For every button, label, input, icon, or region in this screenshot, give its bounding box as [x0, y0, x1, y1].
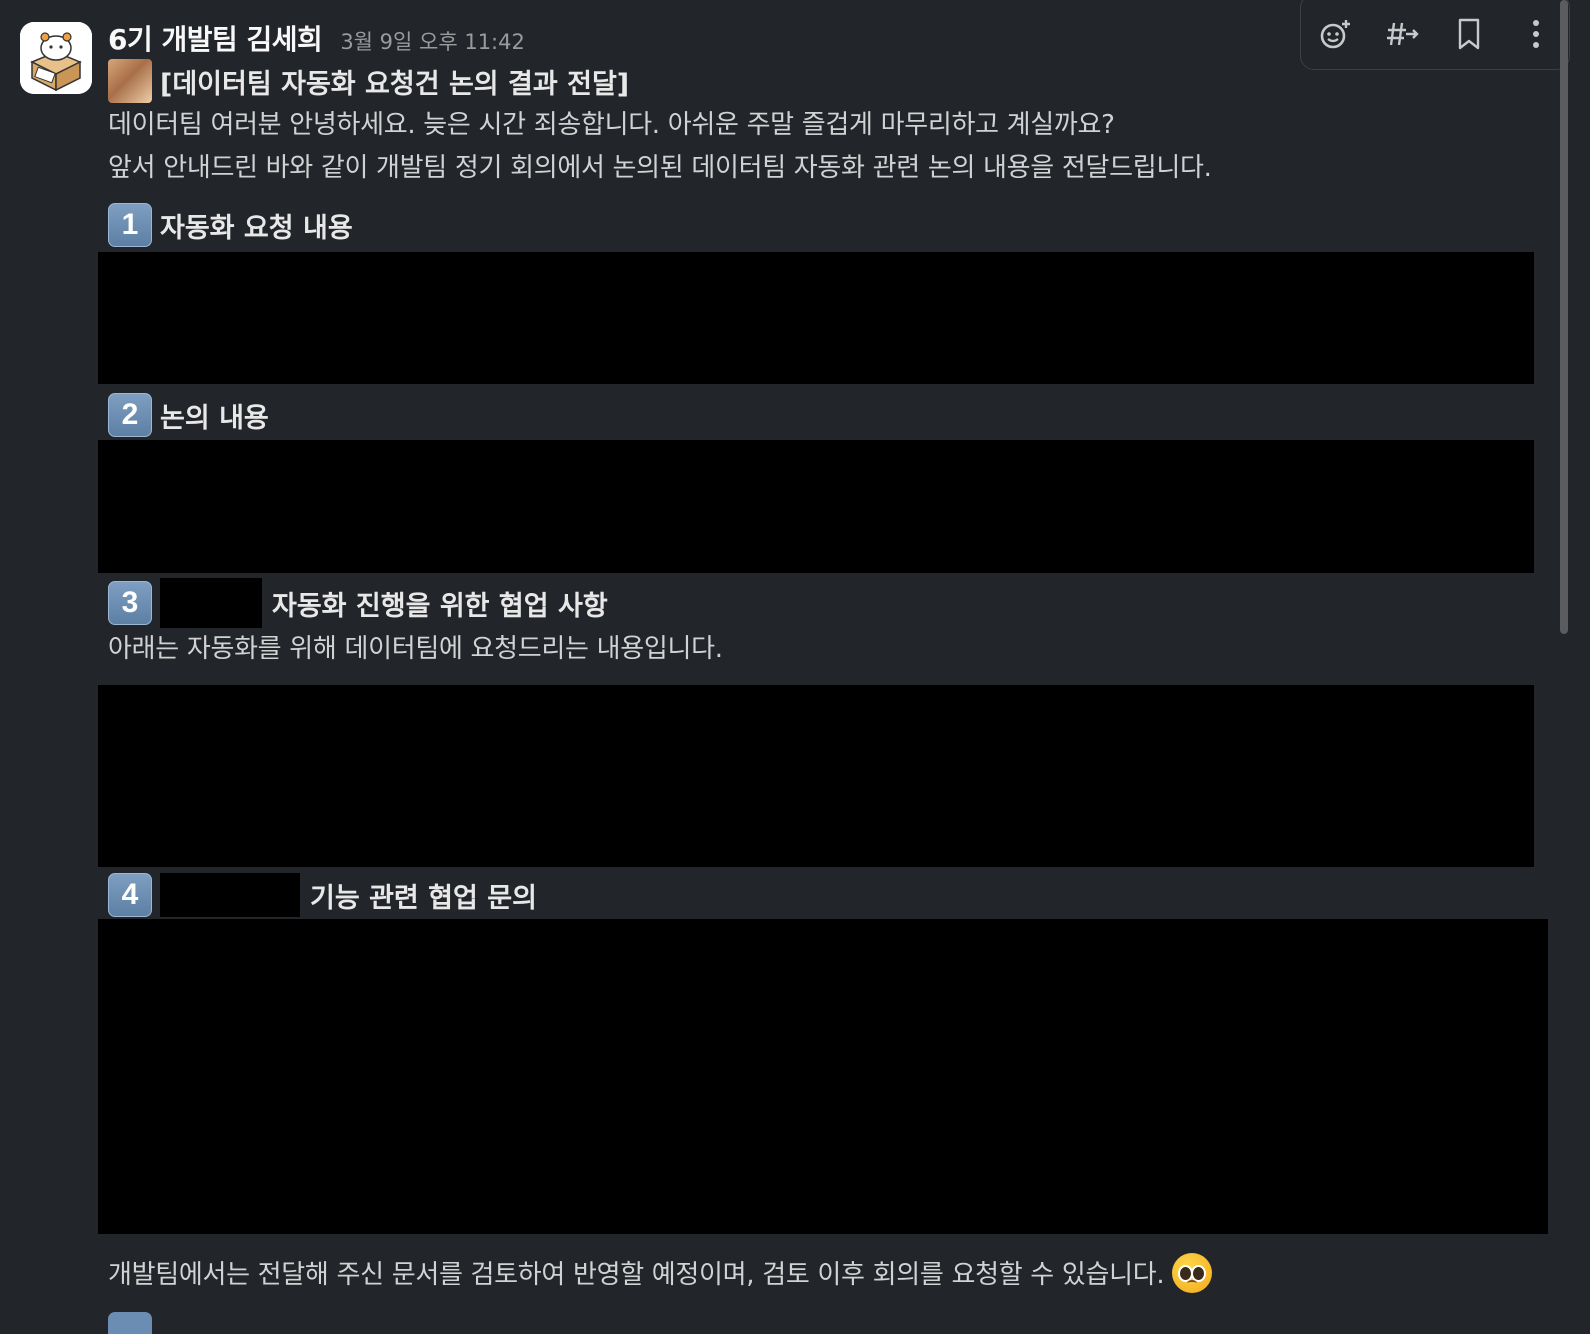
redacted-content — [98, 919, 1548, 1234]
section-4-heading: 4 기능 관련 협업 문의 — [108, 872, 537, 918]
section-1-title: 자동화 요청 내용 — [160, 212, 353, 244]
redacted-content — [98, 252, 1534, 384]
closing-text: 개발팀에서는 전달해 주신 문서를 검토하여 반영할 예정이며, 검토 이후 회… — [108, 1260, 1165, 1290]
section-4-title: 기능 관련 협업 문의 — [310, 882, 537, 914]
section-3-body: 아래는 자동화를 위해 데이터팀에 요청드리는 내용입니다. — [108, 634, 723, 664]
scrollbar[interactable] — [1560, 0, 1568, 634]
section-2-title: 논의 내용 — [160, 402, 269, 434]
redacted-inline — [160, 578, 262, 628]
redacted-inline — [160, 873, 300, 917]
next-keycap-icon — [108, 1312, 152, 1334]
save-for-later-button[interactable] — [1447, 12, 1491, 56]
keycap-2-icon: 2 — [108, 393, 152, 437]
section-1-heading: 1 자동화 요청 내용 — [108, 202, 353, 248]
section-3-heading: 3 자동화 진행을 위한 협업 사항 — [108, 578, 608, 628]
message-timestamp[interactable]: 3월 9일 오후 11:42 — [340, 26, 525, 56]
more-actions-icon — [1532, 20, 1539, 48]
more-actions-button[interactable] — [1514, 12, 1558, 56]
redacted-content — [98, 440, 1534, 573]
intro-line-1: 데이터팀 여러분 안녕하세요. 늦은 시간 죄송합니다. 아쉬운 주말 즐겁게 … — [108, 110, 1115, 140]
message-title-row: [데이터팀 자동화 요청건 논의 결과 전달] — [108, 58, 629, 104]
pleading-face-icon — [1172, 1252, 1213, 1293]
keycap-1-icon: 1 — [108, 203, 152, 247]
section-3-title: 자동화 진행을 위한 협업 사항 — [272, 590, 608, 622]
message-header: 6기 개발팀 김세희 3월 9일 오후 11:42 — [108, 18, 525, 58]
closing-line: 개발팀에서는 전달해 주신 문서를 검토하여 반영할 예정이며, 검토 이후 회… — [108, 1252, 1213, 1296]
add-reaction-button[interactable] — [1313, 12, 1357, 56]
message-actions-toolbar — [1300, 0, 1570, 70]
keycap-4-icon: 4 — [108, 873, 152, 917]
forward-to-channel-icon — [1386, 22, 1419, 46]
bookmark-icon — [1458, 18, 1479, 50]
slack-message-view: 6기 개발팀 김세희 3월 9일 오후 11:42 [데이터팀 자동화 요청건 … — [0, 0, 1590, 1334]
avatar[interactable] — [20, 22, 92, 94]
forward-to-channel-button[interactable] — [1380, 12, 1424, 56]
hamster-box-avatar-icon — [20, 22, 92, 94]
keycap-3-icon: 3 — [108, 581, 152, 625]
message-title: [데이터팀 자동화 요청건 논의 결과 전달] — [160, 68, 630, 100]
redacted-content — [98, 685, 1534, 867]
intro-line-2: 앞서 안내드린 바와 같이 개발팀 정기 회의에서 논의된 데이터팀 자동화 관… — [108, 153, 1212, 183]
add-reaction-icon — [1320, 19, 1350, 49]
sender-name[interactable]: 6기 개발팀 김세희 — [108, 18, 323, 58]
section-2-heading: 2 논의 내용 — [108, 392, 269, 438]
custom-emoji-icon — [108, 59, 152, 103]
